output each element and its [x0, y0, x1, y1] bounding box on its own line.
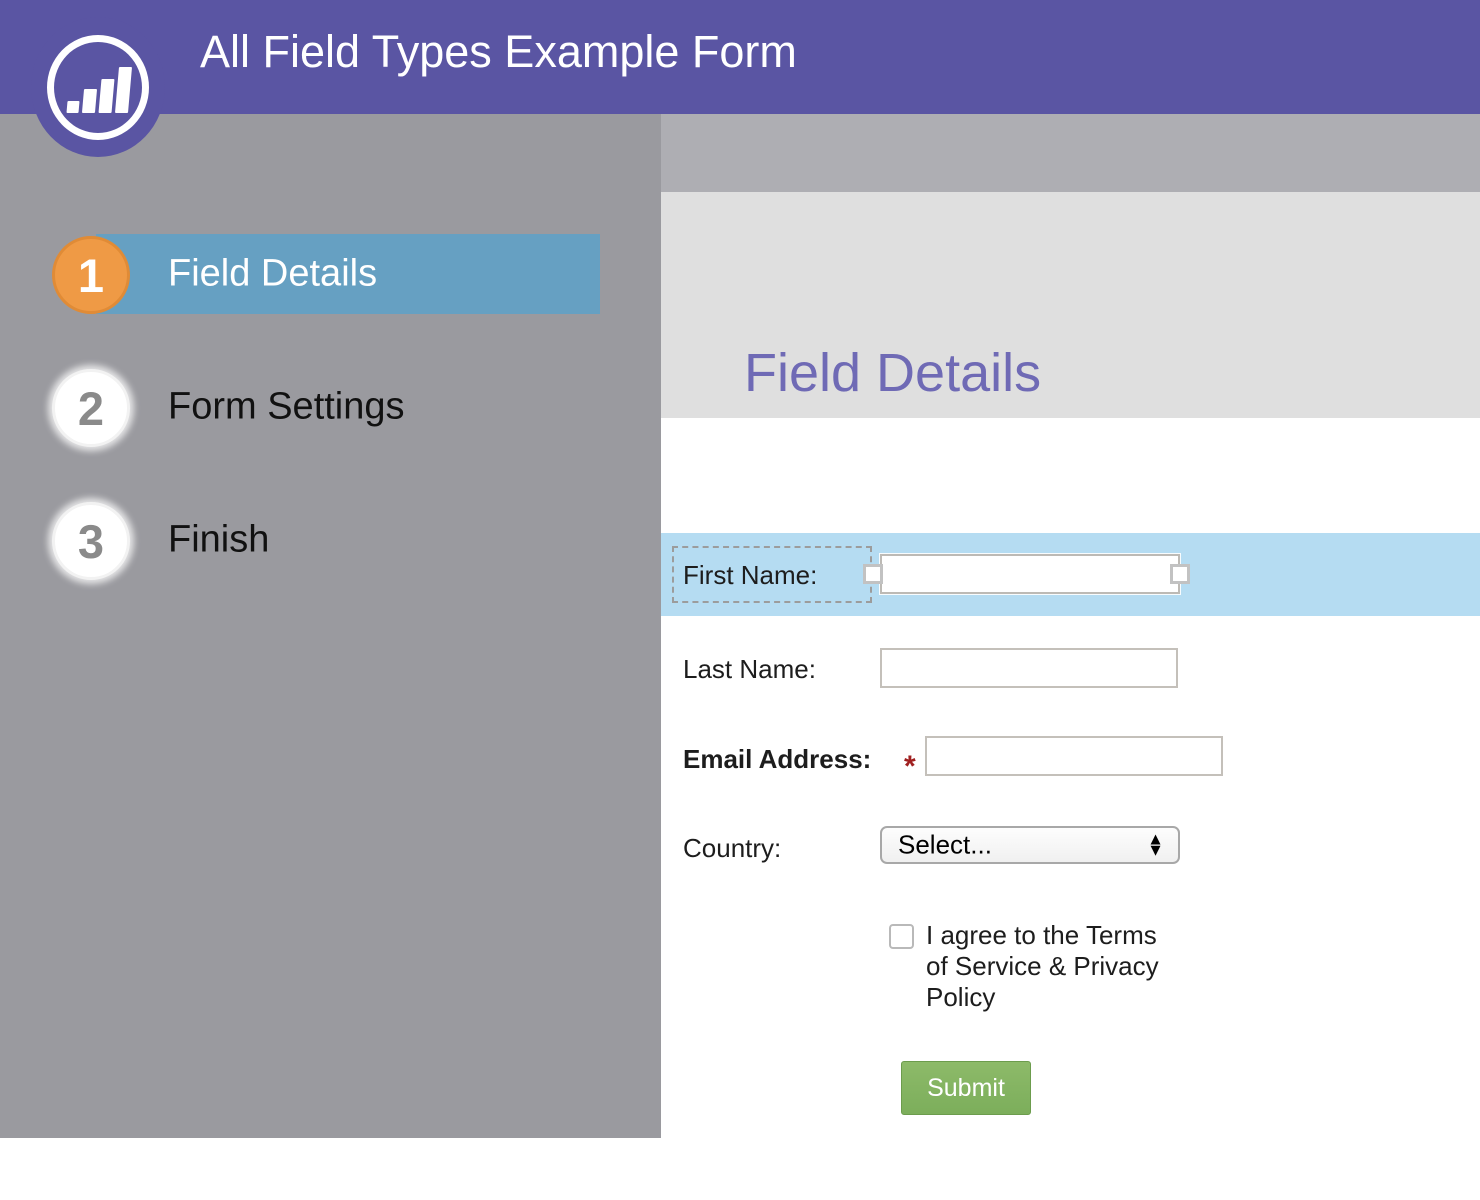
required-asterisk-email: *	[904, 750, 916, 783]
country-select[interactable]: Select... ▲ ▼	[880, 826, 1180, 864]
app-logo	[31, 17, 165, 157]
sidebar-item-label-finish: Finish	[168, 518, 270, 561]
field-label-country: Country:	[683, 833, 782, 863]
chevron-updown-icon: ▲ ▼	[1147, 829, 1164, 859]
sidebar-item-finish[interactable]: 3 Finish	[0, 500, 661, 580]
field-label-email-address: Email Address:	[683, 744, 872, 774]
email-address-input[interactable]	[925, 736, 1223, 776]
content-top-band	[661, 114, 1480, 192]
resize-handle-left[interactable]	[863, 564, 883, 584]
last-name-input[interactable]	[880, 648, 1178, 688]
app-header: All Field Types Example Form	[0, 0, 1480, 114]
sidebar-item-field-details[interactable]: 1 Field Details	[0, 234, 661, 314]
field-label-last-name: Last Name:	[683, 654, 816, 684]
main-content: Field Details First Name: Last Name: Ema…	[661, 114, 1480, 1200]
bar-chart-icon	[66, 67, 133, 113]
field-label-first-name: First Name:	[683, 560, 818, 590]
content-header-panel: Field Details	[661, 192, 1480, 418]
sidebar: 1 Field Details 2 Form Settings 3 Finish	[0, 0, 661, 1138]
app-title: All Field Types Example Form	[200, 26, 797, 77]
form-field-first-name: First Name:	[661, 533, 1480, 616]
consent-label: I agree to the Terms of Service & Privac…	[926, 920, 1159, 1012]
consent-checkbox[interactable]	[889, 924, 914, 949]
sidebar-item-form-settings[interactable]: 2 Form Settings	[0, 367, 661, 447]
form-field-last-name: Last Name:	[661, 638, 1480, 698]
country-select-value: Select...	[898, 829, 992, 860]
sidebar-item-label-form-settings: Form Settings	[168, 385, 405, 428]
page-title: Field Details	[744, 343, 1042, 403]
step-badge-1: 1	[52, 236, 130, 314]
sidebar-item-label-field-details: Field Details	[168, 252, 378, 295]
form-builder-page: 1 Field Details 2 Form Settings 3 Finish…	[0, 0, 1480, 1200]
resize-handle-right[interactable]	[1170, 564, 1190, 584]
form-field-email-address: Email Address: *	[661, 726, 1480, 786]
first-name-input[interactable]	[880, 554, 1180, 594]
form-field-country: Country: Select... ▲ ▼	[661, 816, 1480, 876]
form-field-consent: I agree to the Terms of Service & Privac…	[661, 918, 1480, 1028]
submit-button[interactable]: Submit	[901, 1061, 1031, 1115]
step-badge-3: 3	[52, 502, 130, 580]
form-area: First Name: Last Name: Email Address: * …	[661, 418, 1480, 1200]
step-badge-2: 2	[52, 369, 130, 447]
